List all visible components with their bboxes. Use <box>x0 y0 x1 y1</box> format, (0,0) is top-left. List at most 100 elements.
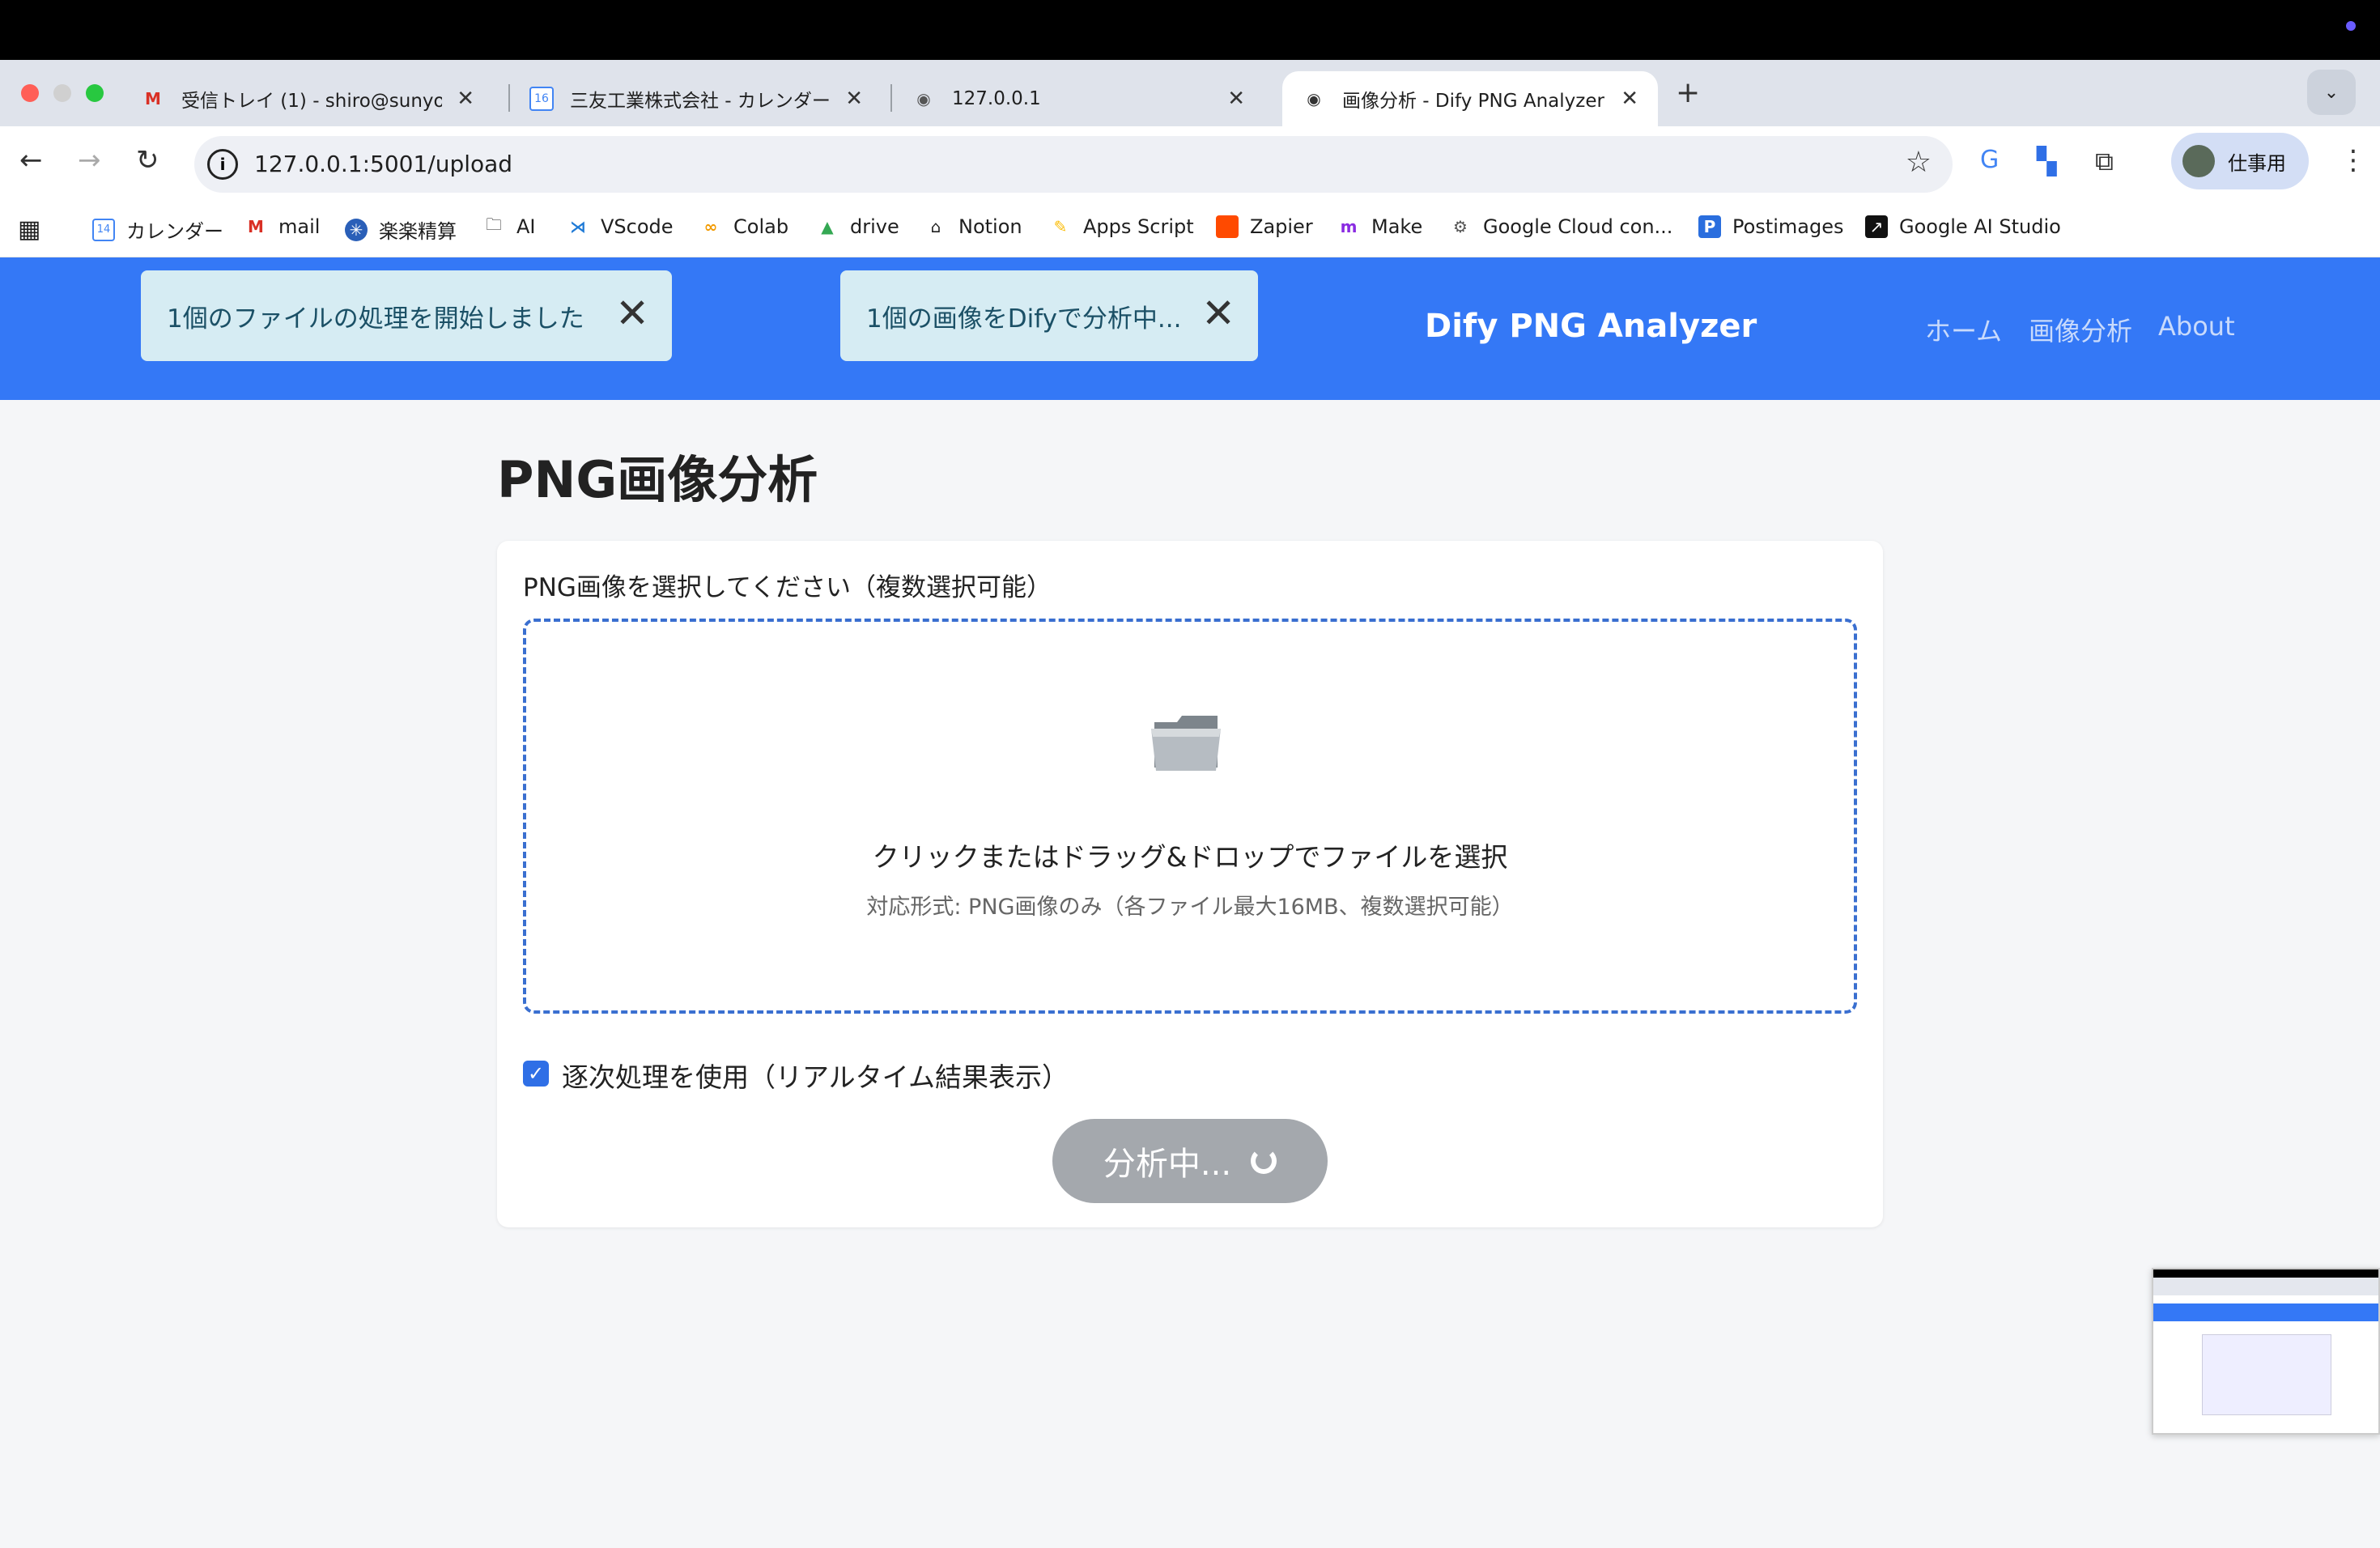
close-tab-icon[interactable]: ✕ <box>1227 87 1245 111</box>
bookmark-label: カレンダー <box>126 220 223 243</box>
folder-icon: 🗀 <box>486 215 502 234</box>
analyze-button-label: 分析中... <box>1103 1146 1232 1183</box>
bookmark-label: mail <box>278 215 321 238</box>
bookmark-ai-studio[interactable]: ↗ Google AI Studio <box>1865 215 2061 238</box>
check-icon: ✓ <box>527 1062 545 1085</box>
bookmark-mail[interactable]: Mmail <box>244 215 320 238</box>
tab-localhost[interactable]: ◉ 127.0.0.1 ✕ <box>892 71 1264 126</box>
screenshot-thumbnail[interactable] <box>2152 1268 2380 1435</box>
zoom-window-button[interactable] <box>86 84 104 102</box>
tab-search-button[interactable]: ⌄ <box>2307 70 2356 115</box>
profile-button[interactable]: 仕事用 <box>2171 133 2309 189</box>
reload-button[interactable]: ↻ <box>136 144 159 176</box>
ai-studio-icon: ↗ <box>1865 215 1888 238</box>
thumbnail-header <box>2153 1303 2378 1321</box>
tab-title: 受信トレイ (1) - shiro@sunyou <box>181 91 443 112</box>
forward-button[interactable]: → <box>78 144 101 176</box>
tab-title: 三友工業株式会社 - カレンダー - <box>570 91 831 112</box>
tab-calendar[interactable]: 16 三友工業株式会社 - カレンダー - ✕ <box>510 71 882 126</box>
rakuraku-icon: ✳ <box>345 218 368 241</box>
gear-icon: ⚙ <box>1453 217 1468 236</box>
bookmark-google-cloud[interactable]: ⚙ Google Cloud con... <box>1449 215 1672 238</box>
tab-gmail[interactable]: M 受信トレイ (1) - shiro@sunyou ✕ <box>121 71 494 126</box>
globe-icon: ◉ <box>916 89 931 108</box>
bookmark-folder-ai[interactable]: 🗀 AI <box>482 215 536 238</box>
new-tab-button[interactable]: + <box>1676 76 1700 109</box>
nav-home[interactable]: ホーム <box>1925 311 2002 348</box>
bookmark-rakuraku[interactable]: ✳ 楽楽精算 <box>345 215 457 244</box>
bookmark-zapier[interactable]: Zapier <box>1216 215 1313 238</box>
bookmark-colab[interactable]: ∞ Colab <box>699 215 788 238</box>
site-info-icon[interactable]: i <box>207 149 238 180</box>
close-tab-icon[interactable]: ✕ <box>457 87 474 111</box>
sequential-processing-checkbox[interactable]: ✓ <box>523 1061 549 1087</box>
bookmark-label: Make <box>1371 215 1423 238</box>
bookmark-label: Colab <box>733 215 789 238</box>
back-button[interactable]: ← <box>19 144 43 176</box>
dropzone-instruction: クリックまたはドラッグ&ドロップでファイルを選択 <box>872 841 1508 873</box>
bookmark-postimages[interactable]: P Postimages <box>1698 215 1843 238</box>
gmail-icon: M <box>145 89 161 108</box>
bookmark-apps-script[interactable]: ✎ Apps Script <box>1049 215 1194 238</box>
bookmark-calendar[interactable]: 14 カレンダー <box>92 215 223 244</box>
app-brand[interactable]: Dify PNG Analyzer <box>1425 308 1757 345</box>
nav-about[interactable]: About <box>2158 311 2235 342</box>
profile-label: 仕事用 <box>2228 151 2286 175</box>
tab-dify-analyzer[interactable]: ◉ 画像分析 - Dify PNG Analyzer ✕ <box>1282 71 1658 126</box>
gmail-icon: M <box>248 217 264 236</box>
make-icon: m <box>1340 217 1358 236</box>
thumbnail-card <box>2202 1334 2331 1415</box>
thumbnail-tabs <box>2153 1278 2378 1295</box>
sidebar-extension-icon[interactable]: ▚ <box>2037 146 2057 176</box>
apps-grid-icon[interactable]: ▦ <box>18 215 40 244</box>
file-dropzone[interactable] <box>523 619 1857 1014</box>
close-window-button[interactable] <box>21 84 39 102</box>
bookmark-label: 楽楽精算 <box>379 220 457 243</box>
close-icon[interactable]: ✕ <box>615 293 649 334</box>
bookmark-label: Notion <box>958 215 1022 238</box>
drive-icon: ▲ <box>821 217 834 236</box>
zapier-icon <box>1216 215 1239 238</box>
toast-analyzing: 1個の画像をDifyで分析中... ✕ <box>840 270 1258 361</box>
toast-text: 1個のファイルの処理を開始しました <box>167 304 584 334</box>
bookmark-label: Postimages <box>1732 215 1844 238</box>
calendar-icon: 14 <box>92 218 115 241</box>
bookmark-label: AI <box>516 215 536 238</box>
bookmark-vscode[interactable]: ⋊ VScode <box>567 215 674 238</box>
dropzone-format-hint: 対応形式: PNG画像のみ（各ファイル最大16MB、複数選択可能） <box>866 895 1514 920</box>
minimize-window-button[interactable] <box>53 84 71 102</box>
bookmark-make[interactable]: m Make <box>1337 215 1423 238</box>
bookmark-label: VScode <box>601 215 674 238</box>
bookmark-label: Apps Script <box>1083 215 1194 238</box>
tab-title: 画像分析 - Dify PNG Analyzer <box>1342 91 1604 112</box>
folder-icon <box>1151 716 1221 771</box>
address-bar[interactable]: i 127.0.0.1:5001/upload ☆ <box>194 136 1953 193</box>
browser-menu-icon[interactable]: ⋮ <box>2340 144 2367 176</box>
close-tab-icon[interactable]: ✕ <box>1621 87 1638 111</box>
colab-icon: ∞ <box>703 217 718 236</box>
translate-icon[interactable]: G <box>1980 146 1999 174</box>
bookmark-star-icon[interactable]: ☆ <box>1906 146 1932 179</box>
bookmark-drive[interactable]: ▲ drive <box>816 215 899 238</box>
bookmark-label: Google AI Studio <box>1899 215 2061 238</box>
spinner-icon <box>1251 1148 1277 1174</box>
vscode-icon: ⋊ <box>570 217 586 236</box>
globe-icon: ◉ <box>1307 89 1321 108</box>
url-text[interactable]: 127.0.0.1:5001/upload <box>254 151 512 177</box>
os-menubar <box>0 0 2380 60</box>
postimages-icon: P <box>1698 215 1721 238</box>
tab-title: 127.0.0.1 <box>952 88 1041 109</box>
home-icon: ⌂ <box>930 217 941 236</box>
analyze-button[interactable]: 分析中... <box>1052 1119 1328 1203</box>
extensions-puzzle-icon[interactable]: ⧉ <box>2095 146 2114 177</box>
close-icon[interactable]: ✕ <box>1201 293 1235 334</box>
page-title: PNG画像分析 <box>497 450 818 509</box>
sequential-processing-label[interactable]: 逐次処理を使用（リアルタイム結果表示） <box>562 1056 1069 1095</box>
bookmark-notion[interactable]: ⌂ Notion <box>924 215 1022 238</box>
close-tab-icon[interactable]: ✕ <box>845 87 863 111</box>
chevron-down-icon: ⌄ <box>2323 82 2340 103</box>
toast-processing-started: 1個のファイルの処理を開始しました ✕ <box>141 270 672 361</box>
nav-image-analysis[interactable]: 画像分析 <box>2029 311 2132 348</box>
apps-script-icon: ✎ <box>1053 217 1068 236</box>
bookmark-label: Zapier <box>1250 215 1313 238</box>
